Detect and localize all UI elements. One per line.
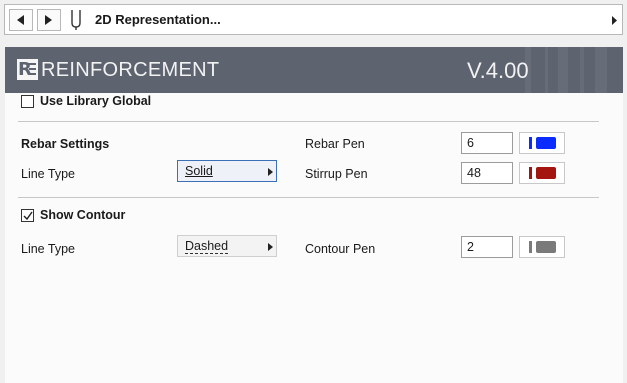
triangle-right-icon: [45, 15, 52, 25]
contour-pen-color-swatch: [536, 241, 556, 253]
triangle-right-icon: [268, 168, 273, 176]
banner-title: REINFORCEMENT: [41, 59, 220, 81]
contour-line-type-dropdown[interactable]: Dashed: [177, 235, 277, 257]
divider: [18, 121, 599, 122]
contour-pen-color-button[interactable]: [519, 236, 565, 258]
rebar-line-type-label: Line Type: [21, 167, 75, 181]
triangle-right-icon[interactable]: [612, 16, 618, 25]
version-label: V.4.00: [467, 58, 529, 83]
rebar-pen-input[interactable]: 6: [461, 132, 513, 154]
triangle-left-icon: [17, 15, 24, 25]
header-banner: R REINFORCEMENT V.4.00: [5, 47, 623, 93]
view-navigation-bar: 2D Representation...: [4, 4, 623, 35]
stirrup-pen-label: Stirrup Pen: [305, 167, 368, 181]
contour-pen-value: 2: [467, 240, 474, 254]
view-title[interactable]: 2D Representation...: [95, 12, 221, 27]
stirrup-pen-color-button[interactable]: [519, 162, 565, 184]
checkmark-icon: [23, 211, 33, 221]
triangle-right-icon: [268, 243, 273, 251]
rebar-line-type-dropdown[interactable]: Solid: [177, 160, 277, 182]
pen-icon: [529, 167, 532, 179]
rebar-pen-color-button[interactable]: [519, 132, 565, 154]
back-button[interactable]: [9, 9, 33, 31]
contour-pen-label: Contour Pen: [305, 242, 376, 256]
show-contour-checkbox[interactable]: [21, 209, 34, 222]
show-contour-label: Show Contour: [40, 208, 126, 222]
use-library-global-checkbox[interactable]: [21, 95, 34, 108]
stirrup-pen-input[interactable]: 48: [461, 162, 513, 184]
contour-line-type-label: Line Type: [21, 242, 75, 256]
pen-icon: [529, 241, 532, 253]
rebar-pen-color-swatch: [536, 137, 556, 149]
use-library-global-label: Use Library Global: [40, 94, 152, 108]
divider: [18, 197, 599, 198]
rebar-pen-value: 6: [467, 136, 474, 150]
stirrup-pen-value: 48: [467, 166, 481, 180]
reinforcement-logo: R: [17, 59, 38, 80]
pen-icon: [529, 137, 532, 149]
stirrup-pen-color-swatch: [536, 167, 556, 179]
forward-button[interactable]: [37, 9, 61, 31]
rebar-pen-label: Rebar Pen: [305, 137, 365, 151]
rebar-settings-heading: Rebar Settings: [21, 137, 110, 151]
rebar-line-type-value: Solid: [185, 164, 213, 178]
contour-line-type-value: Dashed: [185, 239, 229, 254]
contour-pen-input[interactable]: 2: [461, 236, 513, 258]
pen-holder-icon: [71, 10, 81, 30]
